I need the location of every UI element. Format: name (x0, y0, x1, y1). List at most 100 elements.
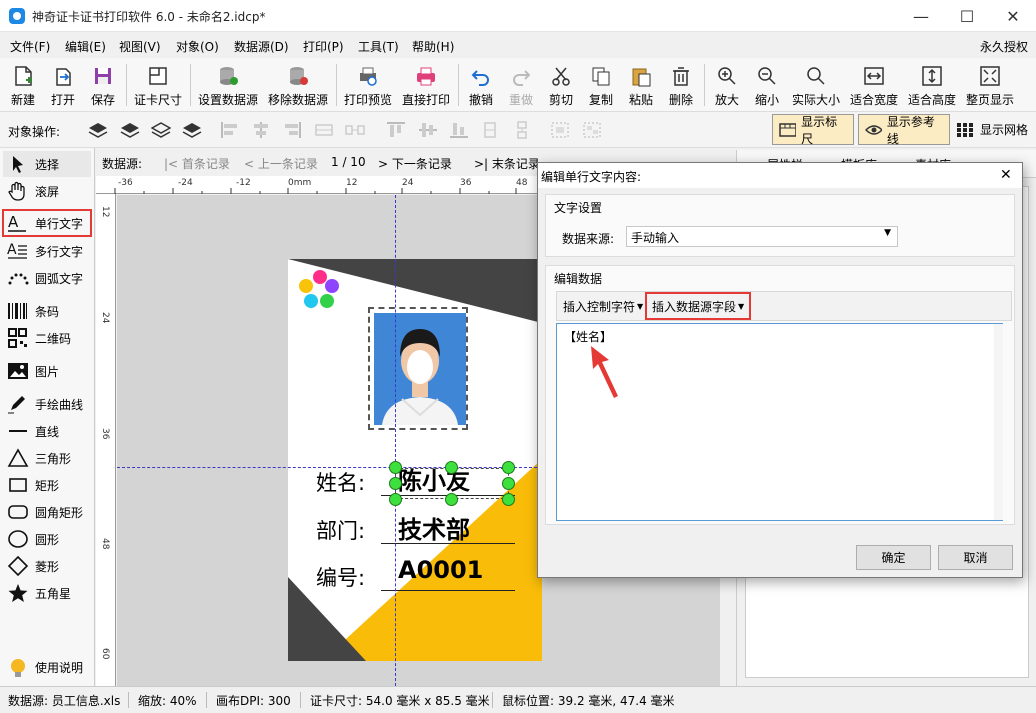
copy-button[interactable]: 复制 (584, 60, 618, 110)
minimize-button[interactable]: — (898, 0, 944, 32)
tool-single-line-text[interactable]: A 单行文字 (2, 209, 92, 237)
print-preview-button[interactable]: 打印预览 (342, 60, 394, 110)
ungroup-icon[interactable] (582, 121, 602, 139)
dialog-close-button[interactable]: ✕ (1000, 167, 1012, 183)
fit-width-button[interactable]: 适合宽度 (848, 60, 900, 110)
tool-multi-line-text[interactable]: A 多行文字 (3, 238, 91, 264)
align-middle-icon[interactable] (418, 121, 438, 139)
align-right-icon[interactable] (282, 121, 302, 139)
text-content-editor[interactable]: 【姓名】 (556, 323, 1003, 521)
menu-edit[interactable]: 编辑(E) (65, 38, 106, 55)
tool-triangle[interactable]: 三角形 (3, 445, 91, 471)
id-value-text[interactable]: A0001 (398, 556, 483, 584)
tool-diamond[interactable]: 菱形 (3, 553, 91, 579)
send-backward-icon[interactable] (182, 121, 202, 139)
last-record-button[interactable]: >| 末条记录 (474, 155, 540, 172)
tool-select[interactable]: 选择 (3, 151, 91, 177)
distribute-v-icon[interactable] (345, 121, 365, 139)
same-height-icon[interactable] (512, 121, 532, 139)
object-operations-bar: 对象操作: 显示标尺 显示参考线 显示网格 (0, 112, 1036, 148)
zoom-out-button[interactable]: 缩小 (750, 60, 784, 110)
menu-help[interactable]: 帮助(H) (412, 38, 454, 55)
card-size-button[interactable]: 证卡尺寸 (132, 60, 184, 110)
delete-button[interactable]: 删除 (664, 60, 698, 110)
tool-single-line-text-label: 单行文字 (35, 216, 84, 231)
tool-select-label: 选择 (35, 157, 60, 172)
resize-handle[interactable] (445, 461, 458, 474)
actual-size-button[interactable]: 实际大小 (790, 60, 842, 110)
set-datasource-button[interactable]: 设置数据源 (196, 60, 260, 110)
align-top-icon[interactable] (386, 121, 406, 139)
full-page-button[interactable]: 整页显示 (962, 60, 1018, 110)
remove-datasource-button[interactable]: 移除数据源 (266, 60, 330, 110)
insert-control-char-button[interactable]: 插入控制字符 ▼ (559, 295, 647, 317)
distribute-h-icon[interactable] (314, 121, 334, 139)
first-record-button[interactable]: |< 首条记录 (164, 155, 230, 172)
full-page-icon (979, 65, 1001, 87)
id-card[interactable]: 姓名: 陈小友 部门: 技术部 编号: A0001 (288, 259, 542, 661)
undo-button[interactable]: 撤销 (464, 60, 498, 110)
menu-print[interactable]: 打印(P) (303, 38, 344, 55)
tool-line[interactable]: 直线 (3, 418, 91, 444)
menu-object[interactable]: 对象(O) (176, 38, 219, 55)
menu-tools[interactable]: 工具(T) (358, 38, 399, 55)
resize-handle[interactable] (389, 493, 402, 506)
ok-button[interactable]: 确定 (856, 545, 931, 570)
tool-freehand[interactable]: 手绘曲线 (3, 391, 91, 417)
zoom-in-button[interactable]: 放大 (710, 60, 744, 110)
bring-to-front-icon[interactable] (88, 121, 108, 139)
tool-circle[interactable]: 圆形 (3, 526, 91, 552)
menu-datasource[interactable]: 数据源(D) (234, 38, 289, 55)
next-record-button[interactable]: > 下一条记录 (378, 155, 452, 172)
new-button[interactable]: 新建 (6, 60, 40, 110)
edit-data-title: 编辑数据 (554, 272, 603, 286)
source-select[interactable]: 手动输入 ▼ (626, 226, 898, 247)
save-button[interactable]: 保存 (86, 60, 120, 110)
maximize-button[interactable]: ☐ (944, 0, 990, 32)
same-width-icon[interactable] (480, 121, 500, 139)
dept-value-text[interactable]: 技术部 (398, 510, 470, 545)
show-ruler-toggle[interactable]: 显示标尺 (772, 114, 854, 146)
menu-view[interactable]: 视图(V) (119, 38, 161, 55)
editor-scrollbar[interactable] (994, 324, 1003, 520)
source-label: 数据来源: (562, 232, 615, 246)
open-button[interactable]: 打开 (46, 60, 80, 110)
cut-button[interactable]: 剪切 (544, 60, 578, 110)
align-center-icon[interactable] (251, 121, 271, 139)
tool-image[interactable]: 图片 (3, 358, 91, 384)
paste-button[interactable]: 粘贴 (624, 60, 658, 110)
resize-handle[interactable] (445, 493, 458, 506)
show-grid-toggle[interactable]: 显示网格 (956, 121, 1028, 138)
resize-handle[interactable] (502, 477, 515, 490)
cancel-button[interactable]: 取消 (938, 545, 1013, 570)
tool-rounded-rect[interactable]: 圆角矩形 (3, 499, 91, 525)
bring-forward-icon[interactable] (150, 121, 172, 139)
show-guides-toggle[interactable]: 显示参考线 (858, 114, 950, 146)
resize-handle[interactable] (389, 477, 402, 490)
resize-handle[interactable] (389, 461, 402, 474)
tool-arc-text[interactable]: 圆弧文字 (3, 265, 91, 291)
direct-print-button[interactable]: 直接打印 (400, 60, 452, 110)
prev-record-button[interactable]: < 上一条记录 (244, 155, 318, 172)
fit-width-icon (863, 65, 885, 87)
tool-star[interactable]: 五角星 (3, 580, 91, 606)
tool-rectangle[interactable]: 矩形 (3, 472, 91, 498)
align-bottom-icon[interactable] (449, 121, 469, 139)
close-window-button[interactable]: ✕ (990, 0, 1036, 32)
tool-barcode[interactable]: 条码 (3, 298, 91, 324)
photo-frame[interactable] (368, 307, 468, 430)
help-guide-button[interactable]: 使用说明 (3, 654, 91, 680)
group-icon[interactable] (550, 121, 570, 139)
vertical-guide-line[interactable] (395, 195, 396, 686)
send-to-back-icon[interactable] (120, 121, 140, 139)
align-left-icon[interactable] (220, 121, 240, 139)
tool-qrcode[interactable]: 二维码 (3, 325, 91, 351)
menu-file[interactable]: 文件(F) (10, 38, 50, 55)
resize-handle[interactable] (502, 461, 515, 474)
insert-datasource-field-button[interactable]: 插入数据源字段 ▼ (644, 292, 752, 320)
resize-handle[interactable] (502, 493, 515, 506)
fit-height-button[interactable]: 适合高度 (906, 60, 958, 110)
redo-button[interactable]: 重做 (504, 60, 538, 110)
tool-pan[interactable]: 滚屏 (3, 178, 91, 204)
ruler-tick: 0mm (288, 178, 312, 188)
